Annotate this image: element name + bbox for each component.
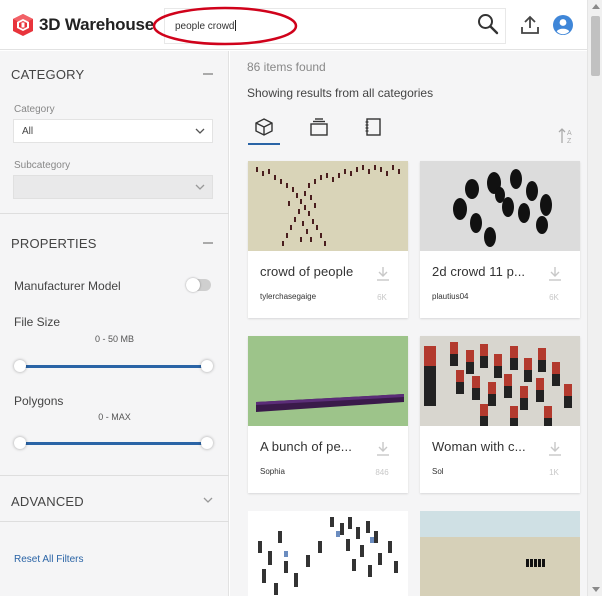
polygons-range: 0 - MAX (98, 412, 131, 422)
category-select-value: All (22, 126, 34, 137)
warehouse-logo-icon (13, 14, 33, 36)
sort-az-icon[interactable]: A Z (558, 127, 574, 145)
subcategory-label: Subcategory (14, 160, 71, 171)
collections-tab-icon[interactable] (309, 117, 329, 137)
page: 3D Warehouse people crowd CATEGORY Categ… (0, 0, 602, 596)
manufacturer-model-label: Manufacturer Model (14, 279, 121, 293)
section-divider (0, 475, 229, 476)
chevron-down-icon[interactable] (203, 496, 213, 504)
download-count: 6K (377, 293, 387, 302)
model-card[interactable]: 2d crowd 11 p... plautius04 6K (420, 161, 580, 318)
items-found-count: 86 items found (247, 60, 326, 74)
polygons-max-handle[interactable] (201, 437, 213, 449)
model-title[interactable]: crowd of people (260, 264, 370, 279)
file-size-range: 0 - 50 MB (94, 334, 134, 344)
model-thumbnail[interactable] (420, 336, 580, 426)
download-icon[interactable] (548, 441, 562, 457)
category-select[interactable]: All (13, 119, 213, 143)
active-tab-indicator (248, 143, 280, 145)
model-thumbnail[interactable] (420, 511, 580, 596)
advanced-section-title[interactable]: ADVANCED (11, 494, 84, 509)
model-card[interactable] (248, 511, 408, 596)
manufacturer-model-toggle[interactable] (186, 278, 211, 292)
user-avatar-icon[interactable] (553, 15, 573, 35)
file-size-label: File Size (14, 315, 61, 329)
model-author[interactable]: plautius04 (432, 292, 468, 301)
scroll-down-arrow-icon[interactable] (592, 587, 600, 592)
model-card[interactable]: crowd of people tylerchasegaige 6K (248, 161, 408, 318)
chevron-down-icon (195, 128, 205, 134)
download-icon[interactable] (376, 441, 390, 457)
models-tab-icon[interactable] (254, 117, 274, 137)
chevron-down-icon (195, 184, 205, 190)
model-title[interactable]: Woman with c... (432, 439, 542, 454)
polygons-label: Polygons (14, 394, 64, 408)
collapse-properties-icon[interactable] (203, 242, 213, 244)
section-divider (0, 213, 229, 214)
file-size-max-handle[interactable] (201, 360, 213, 372)
download-icon[interactable] (548, 266, 562, 282)
model-thumbnail[interactable] (248, 336, 408, 426)
category-section-title[interactable]: CATEGORY (11, 67, 84, 82)
model-thumbnail[interactable] (248, 511, 408, 596)
upload-icon[interactable] (519, 14, 541, 36)
model-card[interactable] (420, 511, 580, 596)
section-divider (0, 521, 229, 522)
scrollbar-thumb[interactable] (591, 16, 600, 76)
results-panel: 86 items found Showing results from all … (230, 51, 587, 596)
polygons-min-handle[interactable] (14, 437, 26, 449)
model-thumbnail[interactable] (248, 161, 408, 251)
download-count: 1K (549, 468, 559, 477)
svg-text:Z: Z (567, 138, 572, 145)
file-size-slider-track[interactable] (20, 365, 208, 368)
svg-text:A: A (567, 130, 572, 137)
model-card[interactable]: A bunch of pe... Sophia 846 (248, 336, 408, 493)
filters-sidebar: CATEGORY Category All Subcategory PROPER… (0, 51, 229, 596)
download-count: 846 (375, 468, 389, 477)
search-icon[interactable] (477, 13, 499, 35)
logo[interactable]: 3D Warehouse (11, 13, 154, 37)
toggle-knob[interactable] (186, 278, 200, 292)
model-title[interactable]: 2d crowd 11 p... (432, 264, 542, 279)
top-bar: 3D Warehouse people crowd (0, 0, 587, 50)
properties-section-title[interactable]: PROPERTIES (11, 236, 97, 251)
model-thumbnail[interactable] (420, 161, 580, 251)
catalogs-tab-icon[interactable] (363, 117, 383, 137)
model-title[interactable]: A bunch of pe... (260, 439, 370, 454)
collapse-category-icon[interactable] (203, 73, 213, 75)
annotation-circle (152, 6, 298, 46)
subcategory-select[interactable] (13, 175, 213, 199)
reset-all-filters-link[interactable]: Reset All Filters (14, 554, 83, 565)
download-icon[interactable] (376, 266, 390, 282)
scroll-up-arrow-icon[interactable] (592, 4, 600, 9)
model-card[interactable]: Woman with c... Sol 1K (420, 336, 580, 493)
brand-name: 3D Warehouse (39, 15, 155, 34)
page-scrollbar[interactable] (587, 0, 602, 596)
download-count: 6K (549, 293, 559, 302)
model-author[interactable]: tylerchasegaige (260, 292, 316, 301)
category-label: Category (14, 104, 55, 115)
results-scope-text: Showing results from all categories (247, 86, 434, 100)
polygons-slider-track[interactable] (20, 442, 208, 445)
model-author[interactable]: Sophia (260, 467, 285, 476)
file-size-min-handle[interactable] (14, 360, 26, 372)
model-author[interactable]: Sol (432, 467, 444, 476)
